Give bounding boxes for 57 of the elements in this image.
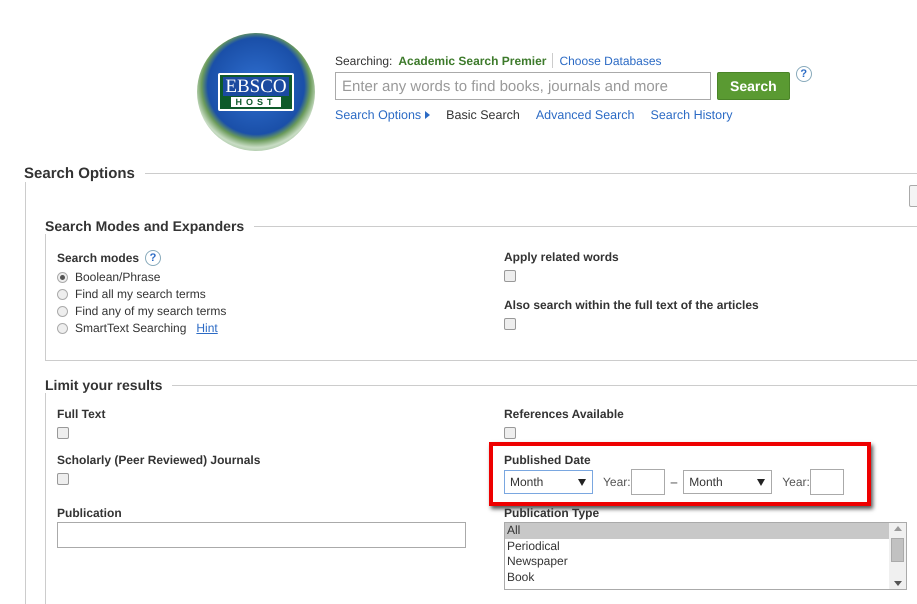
- help-icon[interactable]: ?: [145, 250, 162, 266]
- scroll-thumb[interactable]: [891, 538, 904, 562]
- logo-text: EBSCO: [223, 77, 289, 96]
- section-title: Search Modes and Expanders: [45, 218, 244, 234]
- search-modes-label: Search modes: [57, 251, 140, 265]
- section-title: Search Options: [24, 165, 135, 182]
- list-option[interactable]: Newspaper: [505, 554, 889, 570]
- radio-button[interactable]: [57, 288, 68, 300]
- radio-label: SmartText Searching: [75, 321, 186, 335]
- range-separator: –: [670, 475, 678, 489]
- radio-label: Find any of my search terms: [75, 304, 226, 318]
- radio-button[interactable]: [57, 306, 68, 316]
- radio-button[interactable]: [57, 272, 68, 282]
- database-name: Academic Search Premier: [398, 54, 546, 68]
- choose-databases-link[interactable]: Choose Databases: [559, 54, 662, 68]
- dropdown-arrow-icon: [757, 478, 766, 486]
- filter-label: Scholarly (Peer Reviewed) Journals: [57, 453, 262, 467]
- radio-button[interactable]: [57, 322, 68, 334]
- expander-label: Apply related words: [504, 250, 620, 264]
- dropdown-arrow-icon: [578, 478, 586, 486]
- expander-label: Also search within the full text of the articles: [504, 298, 760, 312]
- year-label: Year:: [782, 475, 810, 489]
- hint-link[interactable]: Hint: [196, 321, 218, 335]
- filter-label: Full Text: [57, 407, 106, 421]
- checkbox[interactable]: [57, 473, 69, 485]
- logo-subtext: HOST: [231, 97, 280, 107]
- search-field[interactable]: Enter any words to find books, journals and more: [335, 72, 711, 100]
- year-label: Year:: [603, 475, 631, 489]
- checkbox[interactable]: [57, 427, 69, 439]
- month-dropdown[interactable]: Month: [504, 470, 593, 494]
- searching-label: Searching:: [335, 54, 392, 68]
- filter-label: References Available: [504, 407, 625, 421]
- search-link[interactable]: Search History: [650, 108, 732, 122]
- search-link[interactable]: Advanced Search: [536, 108, 635, 122]
- search-options-toggle[interactable]: Search Options: [335, 108, 430, 122]
- list-option[interactable]: Book: [505, 570, 889, 585]
- scrollbar[interactable]: [889, 523, 906, 589]
- logo[interactable]: EBSCO HOST: [197, 33, 315, 151]
- year-field[interactable]: [810, 469, 844, 495]
- field-label: Publication: [57, 506, 123, 520]
- checkbox[interactable]: [504, 270, 516, 282]
- scroll-down-icon[interactable]: [894, 581, 902, 586]
- checkbox[interactable]: [504, 318, 516, 330]
- section-title: Limit your results: [45, 377, 162, 393]
- field-label: Publication Type: [504, 506, 600, 520]
- list-option[interactable]: All: [505, 523, 889, 538]
- month-dropdown[interactable]: Month: [683, 470, 772, 494]
- scroll-up-icon[interactable]: [894, 526, 902, 531]
- year-field[interactable]: [630, 469, 665, 495]
- radio-label: Find all my search terms: [75, 287, 206, 301]
- checkbox[interactable]: [504, 427, 516, 439]
- help-icon[interactable]: ?: [796, 66, 812, 82]
- field-label: Published Date: [504, 453, 592, 467]
- search-link[interactable]: Basic Search: [446, 108, 520, 122]
- list-option[interactable]: Periodical: [505, 538, 889, 554]
- publication-type-list[interactable]: All Periodical Newspaper Book: [504, 522, 907, 590]
- radio-label: Boolean/Phrase: [75, 270, 160, 284]
